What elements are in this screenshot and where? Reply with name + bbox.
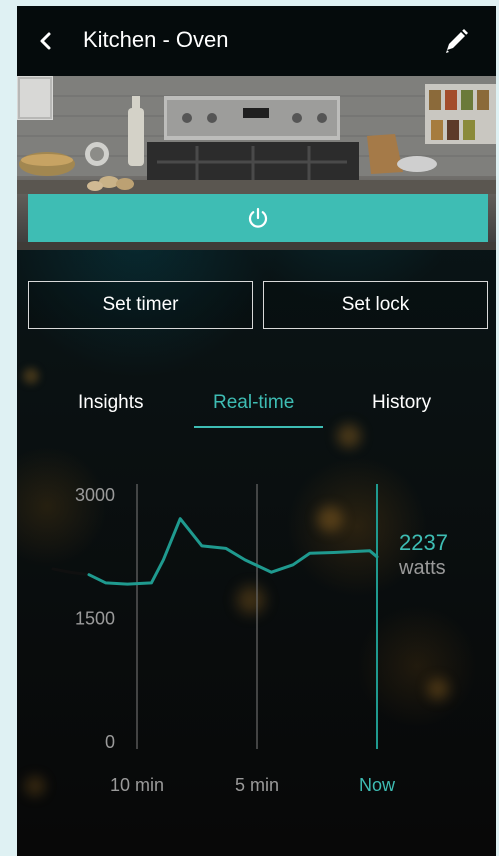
pencil-icon — [446, 29, 468, 53]
active-tab-indicator — [194, 426, 323, 428]
set-lock-button[interactable]: Set lock — [263, 281, 488, 329]
current-value: 2237 — [399, 530, 448, 555]
app-screen: Kitchen - Oven Set timer Set lock Insigh… — [17, 6, 496, 856]
bokeh-light — [23, 368, 39, 384]
y-tick-label: 1500 — [75, 609, 115, 629]
power-icon — [248, 207, 268, 228]
power-button[interactable] — [28, 194, 488, 242]
series-line — [87, 517, 379, 586]
appliance-photo — [17, 76, 496, 250]
page-title: Kitchen - Oven — [83, 27, 229, 52]
current-unit: watts — [398, 557, 446, 579]
series-line-history — [51, 567, 108, 585]
x-tick-label: 5 min — [235, 775, 279, 795]
bokeh-light — [337, 424, 361, 448]
tab-insights[interactable]: Insights — [78, 392, 143, 414]
set-timer-button[interactable]: Set timer — [28, 281, 253, 329]
chevron-left-icon — [40, 32, 51, 50]
back-button[interactable] — [35, 28, 57, 54]
y-tick-label: 0 — [105, 732, 115, 752]
x-tick-label: Now — [359, 775, 396, 795]
x-tick-label: 10 min — [110, 775, 164, 795]
tab-real-time[interactable]: Real-time — [213, 392, 294, 414]
tab-history[interactable]: History — [372, 392, 431, 414]
realtime-power-chart: 3000 1500 0 10 min 5 min Now 2237watts — [51, 484, 448, 795]
edit-button[interactable] — [441, 26, 471, 56]
y-tick-label: 3000 — [75, 485, 115, 505]
top-bar: Kitchen - Oven — [17, 6, 496, 76]
